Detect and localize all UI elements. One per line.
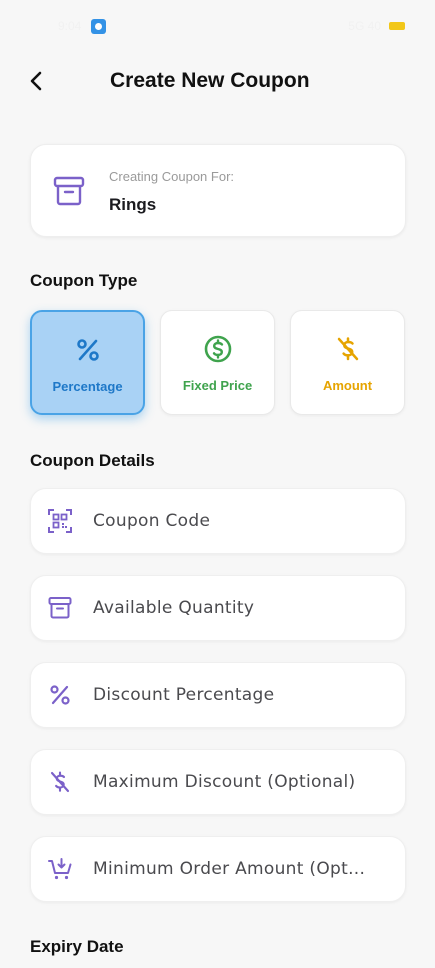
coupon-type-title: Coupon Type [30, 271, 138, 290]
back-button[interactable] [20, 64, 54, 98]
type-option-label: Amount [322, 378, 373, 393]
coupon-code-field[interactable]: Coupon Code [30, 488, 406, 554]
product-card: Creating Coupon For: Rings [30, 144, 406, 237]
dollar-slash-icon [337, 337, 358, 361]
battery-icon [389, 22, 405, 30]
coupon-details-title: Coupon Details [30, 451, 155, 470]
percent-icon [76, 339, 99, 361]
archive-box-icon [48, 597, 72, 619]
discount-percentage-placeholder: Discount Percentage [93, 685, 275, 705]
status-time: 9:04 [58, 19, 82, 33]
available-quantity-field[interactable]: Available Quantity [30, 575, 406, 641]
product-label: Creating Coupon For: [109, 169, 235, 184]
header: Create New Coupon [0, 56, 435, 106]
status-left: 9:04 [58, 18, 107, 34]
type-option-label: Percentage [52, 379, 123, 394]
type-option-label: Fixed Price [182, 378, 253, 393]
percent-icon [50, 685, 70, 705]
dollar-circle-icon [204, 335, 231, 363]
discount-percentage-field[interactable]: Discount Percentage [30, 662, 406, 728]
product-value: Rings [109, 195, 157, 214]
page-title: Create New Coupon [110, 69, 310, 92]
minimum-order-amount-placeholder: Minimum Order Amount (Opt... [93, 859, 366, 879]
cart-add-icon [48, 858, 72, 880]
dollar-slash-icon [50, 771, 70, 793]
chevron-left-icon [30, 71, 42, 91]
coupon-code-placeholder: Coupon Code [93, 511, 211, 531]
type-option-amount[interactable]: Amount [290, 310, 405, 415]
status-indicators: 5G 40 [348, 19, 381, 33]
archive-box-icon [53, 176, 85, 206]
app-notification-icon [91, 18, 107, 34]
expiry-date-title: Expiry Date [30, 937, 124, 956]
type-option-fixed-price[interactable]: Fixed Price [160, 310, 275, 415]
qr-code-icon [48, 509, 72, 533]
available-quantity-placeholder: Available Quantity [93, 598, 255, 618]
status-right: 5G 40 [348, 19, 405, 33]
type-option-percentage[interactable]: Percentage [30, 310, 145, 415]
maximum-discount-field[interactable]: Maximum Discount (Optional) [30, 749, 406, 815]
maximum-discount-placeholder: Maximum Discount (Optional) [93, 772, 356, 792]
status-bar: 9:04 5G 40 [0, 0, 435, 52]
minimum-order-amount-field[interactable]: Minimum Order Amount (Opt... [30, 836, 406, 902]
